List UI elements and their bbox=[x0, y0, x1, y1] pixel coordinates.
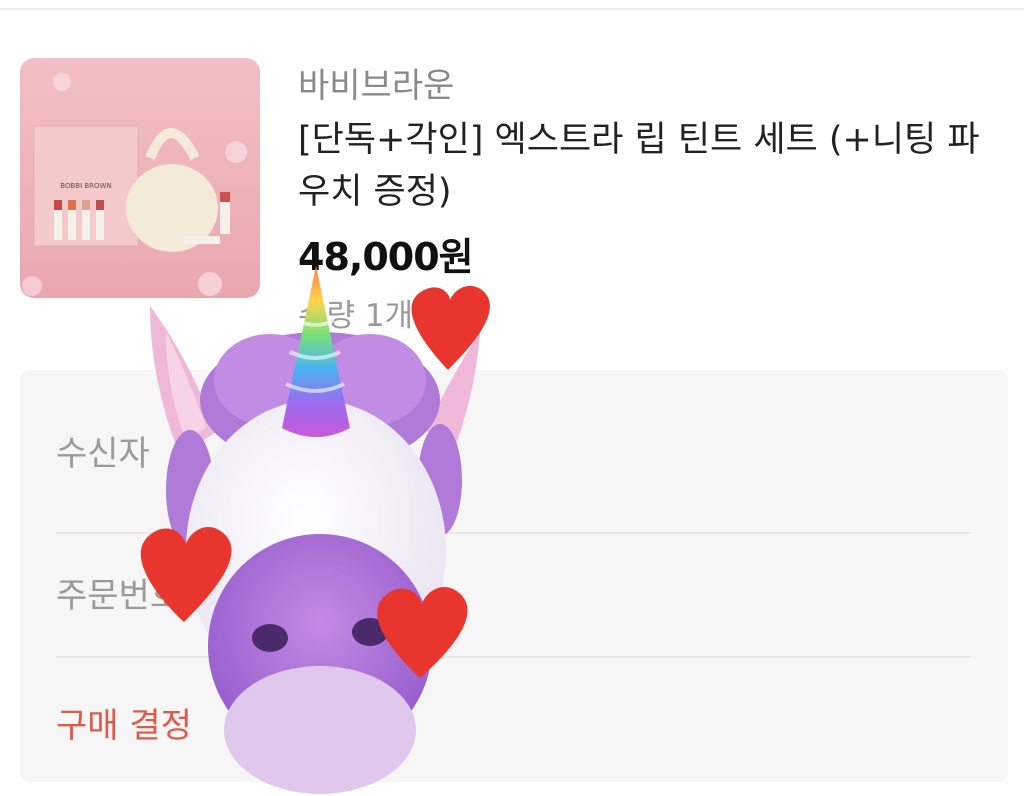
product-brand: 바비브라운 bbox=[298, 66, 455, 106]
heart-icon bbox=[411, 285, 490, 370]
product-title[interactable]: [단독+각인] 엑스트라 립 틴트 세트 (+니팅 파우치 증정) bbox=[298, 114, 1008, 218]
unicorn-sticker-icon bbox=[140, 266, 490, 794]
top-divider bbox=[0, 0, 1024, 10]
brand-logo: BOBBI BROWN bbox=[60, 182, 111, 190]
